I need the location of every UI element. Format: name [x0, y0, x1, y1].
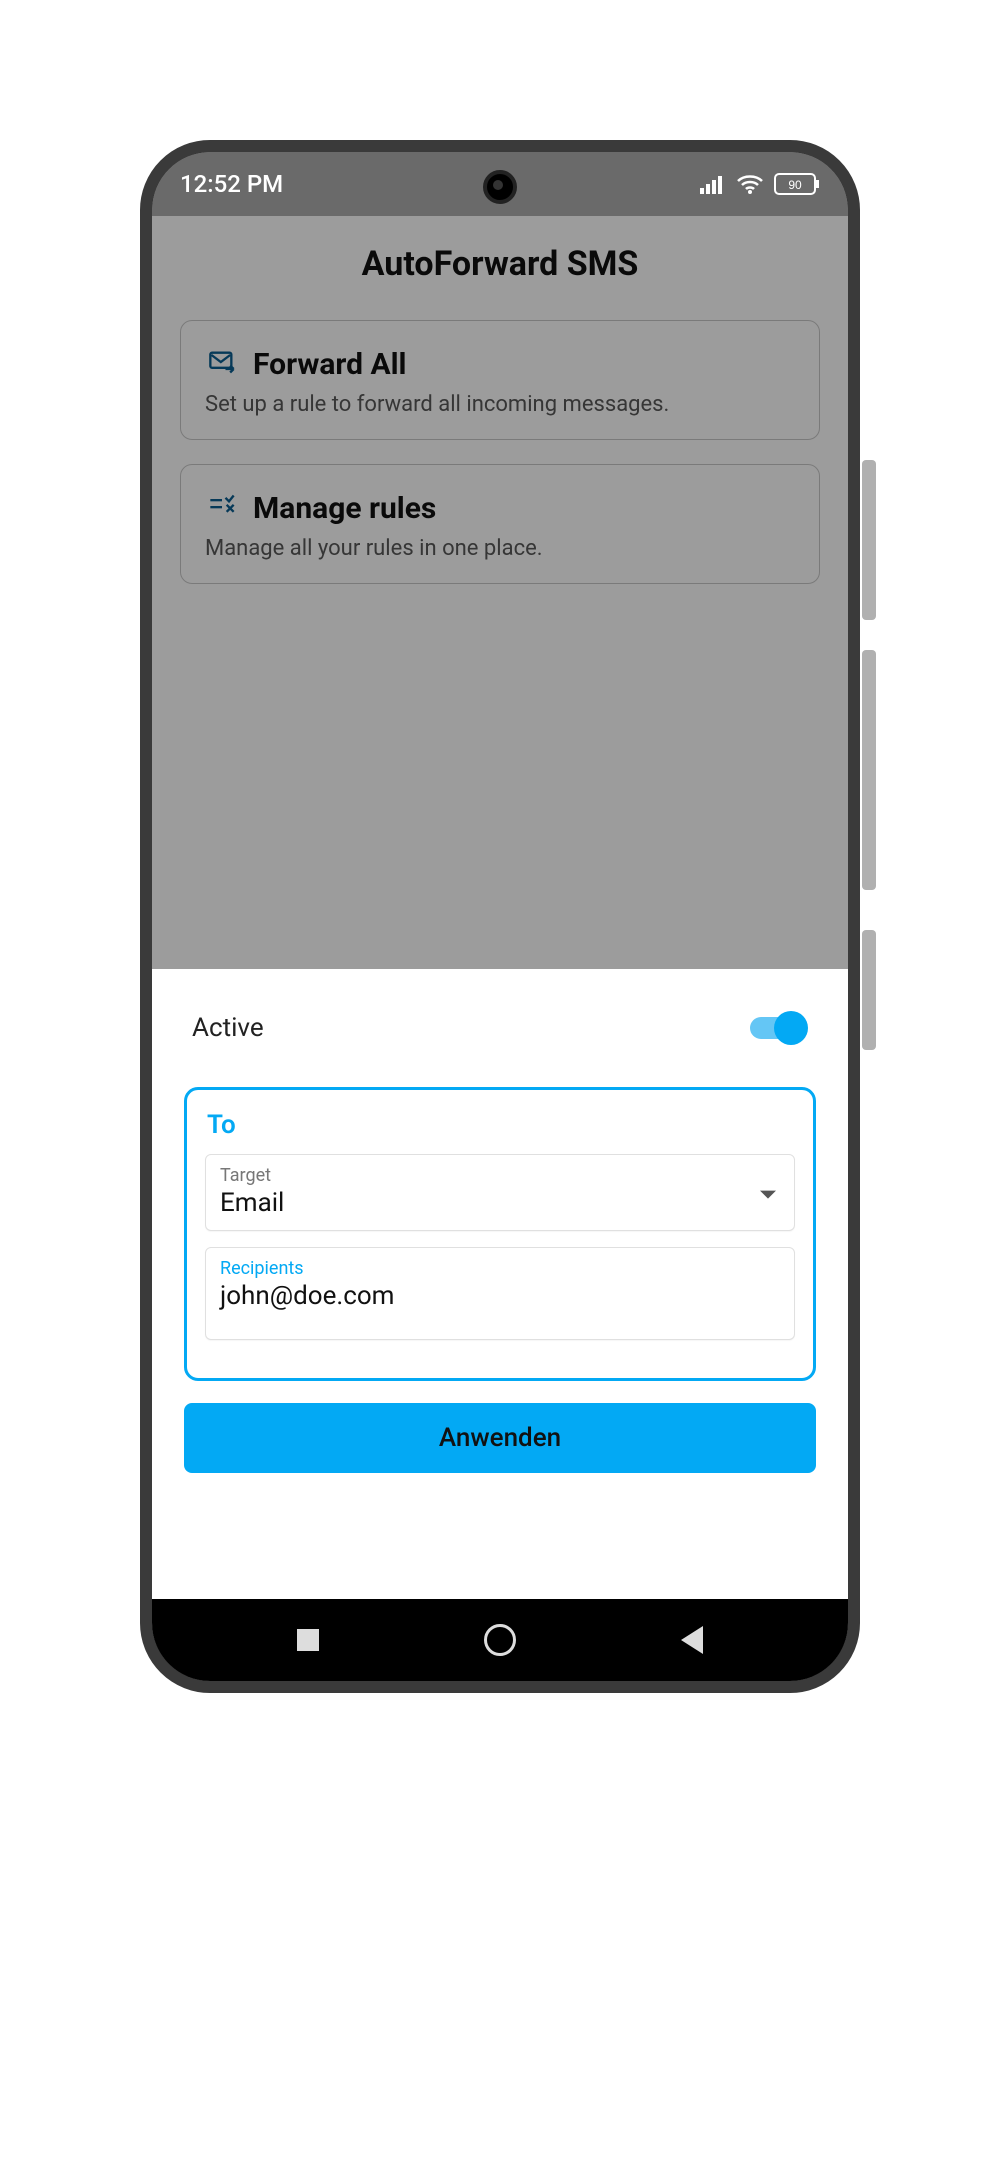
battery-icon: 90: [774, 173, 820, 195]
rules-icon: [205, 492, 239, 526]
dropdown-arrow-icon: [760, 1190, 776, 1198]
card-title: Manage rules: [253, 491, 436, 526]
nav-recents-button[interactable]: [289, 1621, 327, 1659]
target-value: Email: [220, 1188, 780, 1218]
card-title: Forward All: [253, 347, 407, 382]
target-field-label: Target: [220, 1165, 780, 1186]
active-label: Active: [192, 1013, 264, 1043]
cellular-signal-icon: [700, 174, 726, 194]
recipients-field-label: Recipients: [220, 1258, 780, 1279]
svg-text:90: 90: [788, 178, 802, 192]
card-subtitle: Set up a rule to forward all incoming me…: [205, 392, 795, 417]
bottom-sheet: Active To Target Email Recipients: [152, 969, 848, 1599]
mail-forward-icon: [205, 348, 239, 382]
card-subtitle: Manage all your rules in one place.: [205, 536, 795, 561]
target-select[interactable]: Target Email: [205, 1154, 795, 1231]
status-time: 12:52 PM: [180, 170, 283, 198]
apply-button[interactable]: Anwenden: [184, 1403, 816, 1473]
recipients-input[interactable]: Recipients john@doe.com: [205, 1247, 795, 1340]
nav-home-button[interactable]: [481, 1621, 519, 1659]
to-panel: To Target Email Recipients john@doe.com: [184, 1087, 816, 1381]
page-title: AutoForward SMS: [152, 216, 848, 320]
android-nav-bar: [152, 1599, 848, 1681]
recipients-value: john@doe.com: [220, 1281, 780, 1311]
card-manage-rules[interactable]: Manage rules Manage all your rules in on…: [180, 464, 820, 584]
nav-back-button[interactable]: [673, 1621, 711, 1659]
card-forward-all[interactable]: Forward All Set up a rule to forward all…: [180, 320, 820, 440]
to-section-label: To: [201, 1106, 799, 1154]
front-camera-notch: [483, 170, 517, 204]
wifi-icon: [736, 173, 764, 195]
active-toggle[interactable]: [750, 1011, 808, 1045]
